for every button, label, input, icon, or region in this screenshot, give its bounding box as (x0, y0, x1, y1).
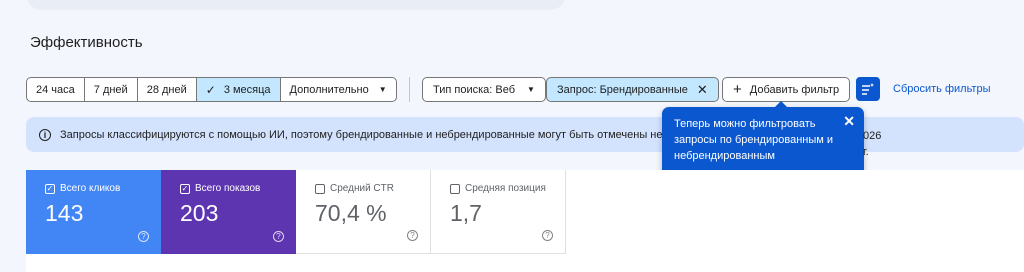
metric-card-position[interactable]: Средняя позиция 1,7 ? (431, 170, 566, 254)
search-type-label: Тип поиска: Веб (433, 83, 516, 96)
date-option-more[interactable]: Дополнительно ▼ (281, 78, 396, 101)
filter-settings-icon (862, 83, 874, 95)
date-option-3m[interactable]: ✓ 3 месяца (196, 78, 281, 101)
date-option-28d[interactable]: 28 дней (138, 78, 197, 101)
help-icon[interactable]: ? (273, 231, 284, 242)
date-option-label: 3 месяца (223, 83, 271, 96)
info-banner-text-tail: 026 г. (863, 130, 882, 158)
help-icon[interactable]: ? (542, 230, 553, 241)
help-icon[interactable]: ? (407, 230, 418, 241)
search-type-filter[interactable]: Тип поиска: Веб ▼ (422, 77, 546, 102)
checkbox-unchecked-icon (450, 183, 460, 194)
section-title: Эффективность (30, 34, 143, 51)
metric-card-ctr[interactable]: Средний CTR 70,4 % ? (296, 170, 431, 254)
query-filter-label: Запрос: Брендированные (557, 83, 688, 96)
metric-label: Всего кликов (60, 183, 121, 194)
metric-label: Средний CTR (330, 183, 394, 194)
metric-value: 143 (45, 200, 84, 226)
checkbox-checked-icon: ✓ (45, 183, 55, 194)
date-option-label: 24 часа (36, 83, 75, 96)
add-filter-button[interactable]: + Добавить фильтр (722, 77, 851, 102)
date-option-24h[interactable]: 24 часа (27, 78, 85, 101)
info-banner-text: Запросы классифицируются с помощью ИИ, п… (60, 128, 681, 141)
info-icon: i (39, 128, 51, 141)
date-option-label: 28 дней (146, 83, 187, 96)
date-range-group: 24 часа 7 дней 28 дней ✓ 3 месяца Дополни… (26, 77, 397, 102)
filter-settings-button[interactable] (856, 77, 880, 101)
tooltip-text: Теперь можно фильтровать запросы по брен… (674, 118, 834, 162)
checkbox-unchecked-icon (315, 183, 325, 194)
close-icon[interactable]: ✕ (697, 82, 708, 98)
plus-icon: + (733, 81, 742, 98)
help-icon[interactable]: ? (138, 231, 149, 242)
date-option-7d[interactable]: 7 дней (85, 78, 138, 101)
metric-label: Всего показов (195, 183, 261, 194)
query-filter-chip[interactable]: Запрос: Брендированные ✕ (546, 77, 719, 102)
metric-value: 203 (180, 200, 219, 226)
reset-filters-link[interactable]: Сбросить фильтры (893, 83, 991, 95)
metrics-panel: ✓ Всего кликов 143 ? ✓ Всего показов 203 ?… (26, 170, 1024, 272)
chevron-down-icon: ▼ (527, 85, 535, 94)
chevron-down-icon: ▼ (378, 85, 387, 94)
add-filter-label: Добавить фильтр (749, 83, 840, 96)
divider (409, 77, 410, 102)
top-card (26, 0, 566, 10)
metric-label: Средняя позиция (465, 183, 546, 194)
date-option-label: Дополнительно (289, 83, 369, 96)
check-icon: ✓ (205, 82, 216, 97)
metric-card-impressions[interactable]: ✓ Всего показов 203 ? (161, 170, 296, 254)
metric-value: 1,7 (450, 200, 482, 226)
checkbox-checked-icon: ✓ (180, 183, 190, 194)
metric-value: 70,4 % (315, 200, 387, 226)
date-option-label: 7 дней (93, 83, 128, 96)
metric-card-clicks[interactable]: ✓ Всего кликов 143 ? (26, 170, 161, 254)
close-icon[interactable]: ✕ (843, 113, 855, 129)
